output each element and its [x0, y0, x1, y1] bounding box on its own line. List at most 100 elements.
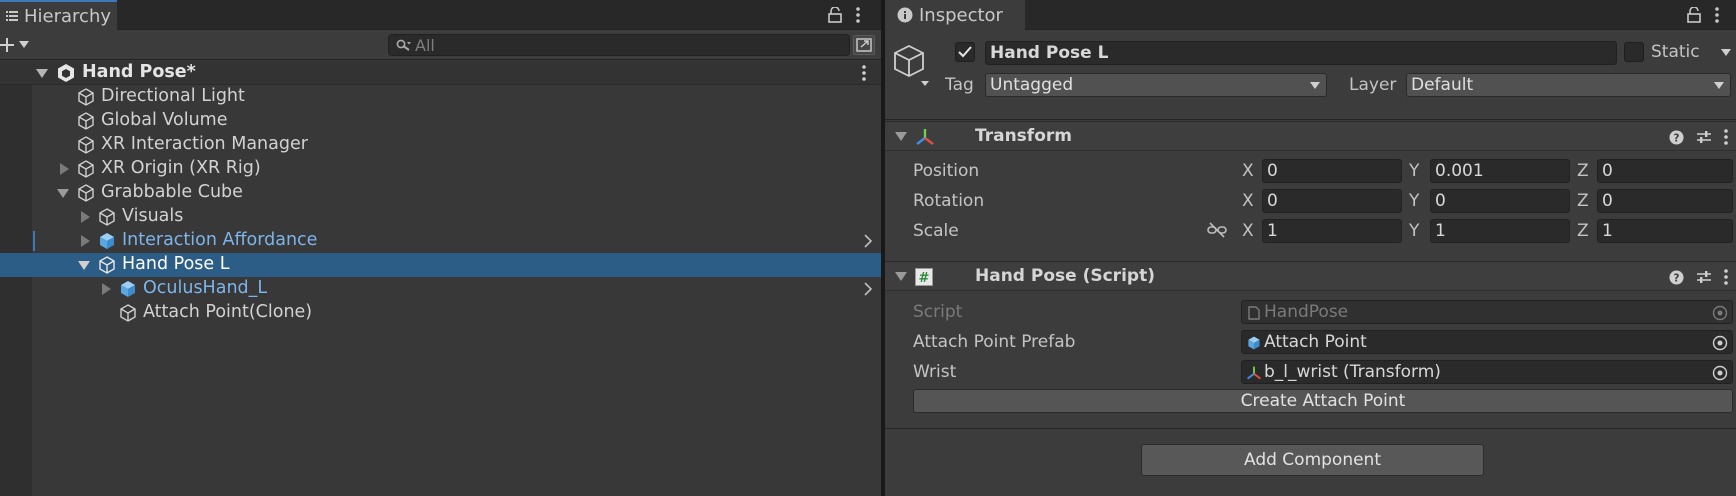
object-picker-icon[interactable]: [1712, 335, 1728, 351]
rotation-label: Rotation: [913, 191, 985, 211]
rotation-y-value: 0: [1435, 191, 1446, 211]
kebab-menu-icon[interactable]: [1715, 7, 1719, 23]
collapsed-arrow-icon[interactable]: [79, 211, 91, 223]
rotation-x-input[interactable]: 0: [1262, 189, 1402, 213]
chevron-right-icon[interactable]: [863, 282, 873, 296]
lock-icon[interactable]: [1687, 7, 1701, 23]
hierarchy-item-xr-interaction-manager[interactable]: XR Interaction Manager: [0, 133, 881, 157]
gameobject-large-icon[interactable]: [893, 44, 933, 88]
hierarchy-item-label: Interaction Affordance: [122, 230, 318, 250]
expanded-arrow-icon[interactable]: [78, 259, 90, 271]
hierarchy-item-hand-pose-l[interactable]: Hand Pose L: [0, 253, 881, 277]
chevron-down-icon[interactable]: [1721, 49, 1731, 57]
unity-scene-icon: [58, 64, 74, 82]
object-picker-icon[interactable]: [1712, 365, 1728, 381]
scale-z-input[interactable]: 1: [1597, 219, 1733, 243]
rotation-y-input[interactable]: 0: [1430, 189, 1570, 213]
add-component-button[interactable]: Add Component: [1141, 444, 1484, 476]
script-object-field: HandPose: [1241, 300, 1733, 324]
scale-y-input[interactable]: 1: [1430, 219, 1570, 243]
static-checkbox[interactable]: [1624, 42, 1644, 62]
presets-sliders-icon[interactable]: [1696, 269, 1712, 285]
tab-inspector[interactable]: Inspector: [885, 0, 1025, 30]
active-checkbox[interactable]: [955, 42, 975, 62]
help-icon[interactable]: ?: [1669, 269, 1684, 285]
expand-window-button[interactable]: [853, 35, 875, 55]
tag-dropdown[interactable]: Untagged: [985, 73, 1327, 97]
position-label: Position: [913, 161, 980, 181]
position-z-input[interactable]: 0: [1597, 159, 1733, 183]
gameobject-cube-icon: [120, 304, 136, 322]
hierarchy-item-xr-origin[interactable]: XR Origin (XR Rig): [0, 157, 881, 181]
scale-x-input[interactable]: 1: [1262, 219, 1402, 243]
object-name-input[interactable]: Hand Pose L: [985, 41, 1617, 65]
info-icon: [897, 7, 913, 23]
kebab-menu-icon[interactable]: [856, 7, 860, 23]
object-picker-icon: [1712, 305, 1728, 321]
kebab-menu-icon[interactable]: [1724, 269, 1728, 285]
search-input[interactable]: All: [388, 34, 850, 56]
hierarchy-item-label: Grabbable Cube: [101, 182, 243, 202]
gameobject-cube-icon: [78, 184, 94, 202]
hand-pose-script-component-header[interactable]: # Hand Pose (Script) ?: [885, 261, 1736, 291]
hierarchy-item-grabbable-cube[interactable]: Grabbable Cube: [0, 181, 881, 205]
hierarchy-item-label: Directional Light: [101, 86, 245, 106]
hand-pose-script-title: Hand Pose (Script): [975, 266, 1155, 286]
layer-dropdown[interactable]: Default: [1406, 73, 1731, 97]
hierarchy-item-attach-point-clone[interactable]: Attach Point(Clone): [0, 301, 881, 325]
collapsed-arrow-icon[interactable]: [100, 283, 112, 295]
chevron-right-icon[interactable]: [863, 234, 873, 248]
script-label: Script: [913, 302, 963, 322]
wrist-field[interactable]: b_l_wrist (Transform): [1241, 360, 1733, 384]
expanded-arrow-icon[interactable]: [895, 132, 907, 142]
gameobject-cube-icon: [99, 256, 115, 274]
collapsed-arrow-icon[interactable]: [79, 235, 91, 247]
rotation-z-input[interactable]: 0: [1597, 189, 1733, 213]
scene-header-row[interactable]: Hand Pose*: [0, 61, 881, 85]
attach-point-prefab-field[interactable]: Attach Point: [1241, 330, 1733, 354]
scale-z-value: 1: [1602, 221, 1613, 241]
position-x-input[interactable]: 0: [1262, 159, 1402, 183]
transform-component-header[interactable]: Transform ?: [885, 121, 1736, 151]
create-button[interactable]: [0, 35, 30, 55]
rotation-z-value: 0: [1602, 191, 1613, 211]
kebab-menu-icon[interactable]: [862, 65, 866, 81]
svg-text:?: ?: [1674, 272, 1680, 284]
script-hash-icon: #: [915, 268, 933, 286]
axis-y-label: Y: [1409, 161, 1420, 181]
hierarchy-item-label: XR Origin (XR Rig): [101, 158, 261, 178]
hierarchy-item-interaction-affordance[interactable]: Interaction Affordance: [0, 229, 881, 253]
hierarchy-tabbar: Hierarchy: [0, 0, 881, 30]
expanded-arrow-icon[interactable]: [36, 69, 48, 79]
tab-inspector-label: Inspector: [919, 4, 1003, 26]
position-y-input[interactable]: 0.001: [1430, 159, 1570, 183]
kebab-menu-icon[interactable]: [1724, 129, 1728, 145]
hierarchy-tree: Hand Pose* Directional Light Global Volu…: [0, 61, 881, 496]
script-value: HandPose: [1264, 302, 1349, 322]
transform-title: Transform: [975, 126, 1072, 146]
hierarchy-item-oculushand-l[interactable]: OculusHand_L: [0, 277, 881, 301]
prefab-override-marker: [33, 231, 35, 251]
presets-sliders-icon[interactable]: [1696, 129, 1712, 145]
unlinked-chain-icon[interactable]: [1207, 222, 1227, 238]
collapsed-arrow-icon[interactable]: [58, 163, 70, 175]
lock-icon[interactable]: [828, 7, 842, 23]
hierarchy-item-directional-light[interactable]: Directional Light: [0, 85, 881, 109]
hierarchy-item-global-volume[interactable]: Global Volume: [0, 109, 881, 133]
tab-hierarchy[interactable]: Hierarchy: [0, 0, 117, 30]
axis-x-label: X: [1242, 191, 1254, 211]
gameobject-cube-icon: [78, 88, 94, 106]
expanded-arrow-icon[interactable]: [895, 272, 907, 282]
add-component-label: Add Component: [1243, 450, 1381, 470]
scale-y-value: 1: [1435, 221, 1446, 241]
hierarchy-item-label: OculusHand_L: [143, 278, 268, 298]
position-x-value: 0: [1267, 161, 1278, 181]
checkmark-icon: [958, 46, 972, 58]
hierarchy-item-visuals[interactable]: Visuals: [0, 205, 881, 229]
layer-value: Default: [1411, 75, 1474, 95]
create-attach-point-button[interactable]: Create Attach Point: [913, 389, 1733, 413]
hierarchy-item-label: Global Volume: [101, 110, 228, 130]
expanded-arrow-icon[interactable]: [57, 187, 69, 199]
help-icon[interactable]: ?: [1669, 129, 1684, 145]
svg-text:?: ?: [1674, 132, 1680, 144]
